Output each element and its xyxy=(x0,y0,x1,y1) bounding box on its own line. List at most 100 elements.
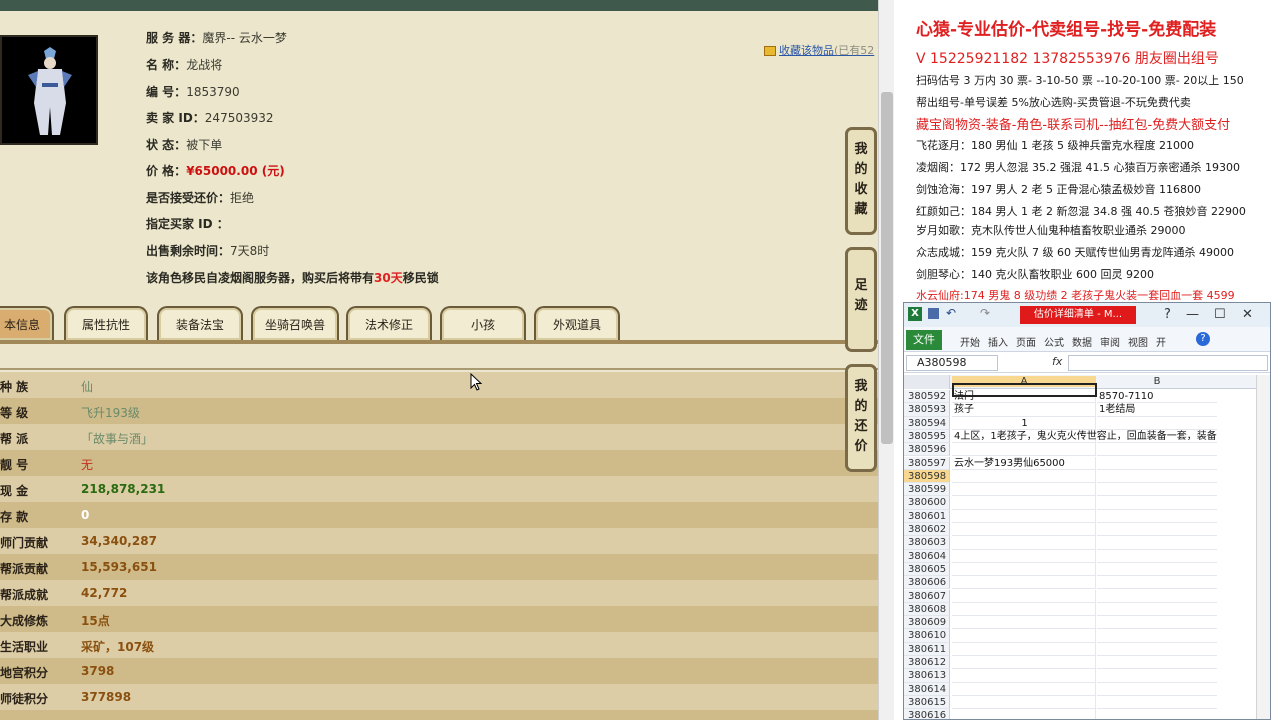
ribbon-tab-insert[interactable]: 插入 xyxy=(988,334,1008,349)
row-number[interactable]: 380603 xyxy=(904,536,950,550)
cell-b[interactable] xyxy=(1097,510,1217,523)
cell-a[interactable] xyxy=(952,682,1096,696)
undo-icon[interactable]: ↶ xyxy=(946,306,956,320)
cell-a[interactable]: 云水一梦193男仙65000 xyxy=(952,456,1096,470)
row-number[interactable]: 380601 xyxy=(904,509,950,523)
column-header-b[interactable]: B xyxy=(1097,376,1217,387)
row-number[interactable]: 380608 xyxy=(904,602,950,617)
row-number[interactable]: 380595 xyxy=(904,429,950,444)
row-number[interactable]: 380598 xyxy=(904,469,950,484)
browser-scrollbar[interactable] xyxy=(878,0,894,720)
ribbon-tab-data[interactable]: 数据 xyxy=(1072,334,1092,349)
row-number[interactable]: 380613 xyxy=(904,669,950,683)
cell-a[interactable] xyxy=(952,656,1096,670)
cell-a[interactable] xyxy=(952,483,1096,497)
fx-icon[interactable]: fx xyxy=(1052,355,1062,368)
row-number[interactable]: 380600 xyxy=(904,496,950,510)
cell-a[interactable]: 孩子 xyxy=(952,403,1096,417)
cell-a[interactable] xyxy=(952,496,1096,510)
tab-equipment[interactable]: 装备法宝 xyxy=(157,306,243,340)
cell-b[interactable] xyxy=(1097,470,1217,484)
row-number[interactable]: 380610 xyxy=(904,629,950,643)
favorite-link-text[interactable]: 收藏该物品 xyxy=(779,44,834,57)
my-favorites-button[interactable]: 我的收藏 xyxy=(845,127,877,235)
cell-a[interactable] xyxy=(952,642,1096,656)
cell-b[interactable] xyxy=(1097,669,1217,683)
row-number[interactable]: 380592 xyxy=(904,390,950,404)
ribbon-tab-more[interactable]: 开 xyxy=(1156,334,1166,349)
file-tab[interactable]: 文件 xyxy=(906,330,942,350)
cell-a[interactable] xyxy=(952,669,1096,683)
cell-a[interactable] xyxy=(952,576,1096,590)
tab-mounts-pets[interactable]: 坐骑召唤兽 xyxy=(251,306,339,340)
row-number[interactable]: 380606 xyxy=(904,576,950,590)
cell-b[interactable] xyxy=(1097,643,1217,656)
maximize-icon[interactable]: ☐ xyxy=(1214,307,1226,322)
close-icon[interactable]: ✕ xyxy=(1242,307,1253,322)
row-number[interactable]: 380604 xyxy=(904,549,950,563)
row-number[interactable]: 380616 xyxy=(904,709,950,719)
help-circle-icon[interactable]: ? xyxy=(1196,332,1210,346)
row-number[interactable]: 380609 xyxy=(904,616,950,630)
redo-icon[interactable]: ↷ xyxy=(980,306,990,320)
cell-a[interactable] xyxy=(952,523,1096,537)
cell-a[interactable] xyxy=(952,443,1096,457)
row-number[interactable]: 380594 xyxy=(904,416,950,430)
cell-b[interactable] xyxy=(1097,550,1217,563)
cell-a[interactable]: 1 xyxy=(952,416,1096,430)
tab-appearance[interactable]: 外观道具 xyxy=(534,306,620,340)
row-number[interactable]: 380615 xyxy=(904,695,950,710)
row-number[interactable]: 380614 xyxy=(904,682,950,696)
select-all-corner[interactable] xyxy=(904,375,950,389)
cell-b[interactable] xyxy=(1097,656,1217,670)
cell-b[interactable] xyxy=(1097,576,1217,590)
cell-b[interactable]: 1老结局 xyxy=(1097,403,1217,417)
name-box[interactable]: A380598 xyxy=(906,355,998,371)
favorite-link[interactable]: 收藏该物品(已有52 xyxy=(764,42,874,58)
excel-vertical-scrollbar[interactable] xyxy=(1256,375,1270,719)
cell-a[interactable] xyxy=(952,536,1096,550)
row-number[interactable]: 380599 xyxy=(904,483,950,497)
cell-a[interactable] xyxy=(952,562,1096,577)
row-number[interactable]: 380612 xyxy=(904,656,950,670)
cell-a[interactable] xyxy=(952,629,1096,643)
save-icon[interactable] xyxy=(928,308,939,319)
cell-b[interactable] xyxy=(1097,443,1217,457)
cell-b[interactable] xyxy=(1097,496,1217,510)
footprint-button[interactable]: 足迹 xyxy=(845,247,877,352)
ribbon-tab-home[interactable]: 开始 xyxy=(960,334,980,349)
minimize-icon[interactable]: — xyxy=(1186,307,1199,322)
row-number[interactable]: 380602 xyxy=(904,523,950,537)
ribbon-tab-layout[interactable]: 页面 xyxy=(1016,334,1036,349)
cell-b[interactable] xyxy=(1097,696,1217,710)
cell-b[interactable] xyxy=(1097,616,1217,630)
ribbon-tab-view[interactable]: 视图 xyxy=(1128,334,1148,349)
cell-a[interactable] xyxy=(952,695,1096,710)
formula-input[interactable] xyxy=(1068,355,1268,371)
row-number[interactable]: 380593 xyxy=(904,403,950,417)
cell-a[interactable]: 4上区，1老孩子，鬼火克火传世容止，回血装备一套，装备 xyxy=(952,429,1217,444)
ribbon-tab-formulas[interactable]: 公式 xyxy=(1044,334,1064,349)
tab-children[interactable]: 小孩 xyxy=(440,306,526,340)
scrollbar-thumb[interactable] xyxy=(881,92,893,444)
cell-a[interactable] xyxy=(952,602,1096,617)
cell-a[interactable] xyxy=(952,709,1096,719)
cell-b[interactable] xyxy=(1097,483,1217,497)
cell-a[interactable] xyxy=(952,509,1096,523)
cell-a[interactable] xyxy=(952,589,1096,603)
row-number[interactable]: 380597 xyxy=(904,456,950,470)
row-number[interactable]: 380605 xyxy=(904,562,950,577)
row-number[interactable]: 380607 xyxy=(904,589,950,603)
cell-b[interactable] xyxy=(1097,563,1217,577)
ribbon-tab-review[interactable]: 审阅 xyxy=(1100,334,1120,349)
cell-b[interactable]: 8570-7110 xyxy=(1097,390,1217,404)
cell-a[interactable] xyxy=(952,469,1096,484)
cell-b[interactable] xyxy=(1097,536,1217,550)
cell-b[interactable] xyxy=(1097,683,1217,696)
tab-basic-info[interactable]: 本信息 xyxy=(0,306,54,340)
row-number[interactable]: 380611 xyxy=(904,642,950,656)
cell-b[interactable] xyxy=(1097,417,1217,430)
help-icon[interactable]: ? xyxy=(1164,307,1171,322)
my-bargains-button[interactable]: 我的还价 xyxy=(845,364,877,472)
tab-attributes[interactable]: 属性抗性 xyxy=(64,306,148,340)
